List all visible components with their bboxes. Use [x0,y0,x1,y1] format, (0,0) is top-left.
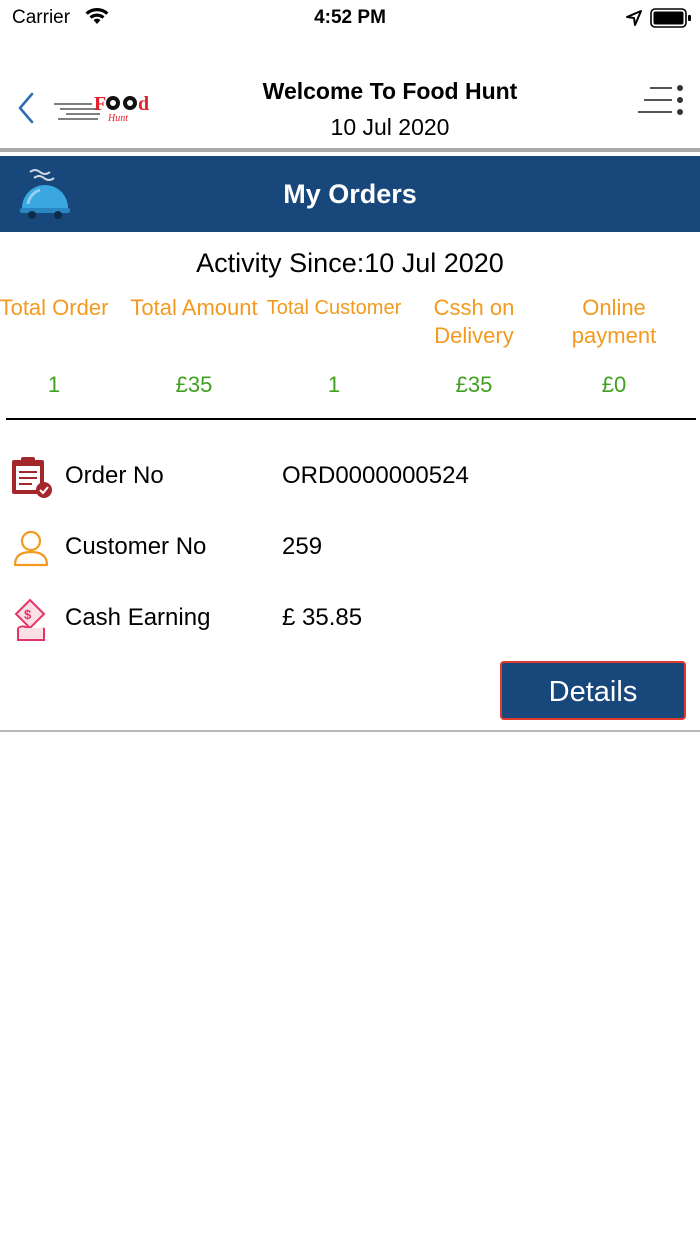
menu-icon[interactable] [636,82,686,118]
stats-grid: Total Order 1 Total Amount £35 Total Cus… [0,294,700,404]
svg-text:F: F [94,93,106,115]
order-no-label: Order No [65,462,164,489]
stat-value: £35 [455,372,493,397]
stat-value: 1 [327,372,341,397]
app-header: F d Hunt Welcome To Food Hunt 10 Jul 202… [0,60,700,152]
food-hunt-logo: F d Hunt [52,90,162,130]
banner-title: My Orders [283,179,417,209]
svg-text:d: d [138,93,149,115]
stat-label: Total Customer [266,297,402,319]
stat-label: Cssh on Delivery [433,295,515,348]
my-orders-banner: My Orders [0,156,700,232]
stat-value: 1 [47,372,61,397]
customer-no-value: 259 [282,533,323,560]
stat-label: Online payment [571,295,657,348]
activity-since: Activity Since:10 Jul 2020 [196,248,504,278]
battery-icon [650,8,691,28]
header-divider [0,148,700,152]
stat-value: £35 [175,372,213,397]
cash-earning-value: £ 35.85 [282,604,363,631]
status-time: 4:52 PM [314,7,386,28]
header-date: 10 Jul 2020 [330,114,450,140]
order-clipboard-icon [12,457,52,498]
stat-label: Total Order [0,295,109,320]
customer-no-row: Customer No 259 [0,519,700,575]
cash-earning-icon: $ [14,598,46,641]
stat-total-customer: Total Customer 1 [264,294,404,398]
status-bar: Carrier 4:52 PM [0,0,700,40]
location-arrow-icon [626,10,642,26]
cash-earning-row: $ Cash Earning £ 35.85 [0,590,700,646]
stat-online-payment: Online payment £0 [544,294,684,398]
customer-person-icon [13,530,49,567]
stat-total-order: Total Order 1 [0,294,124,398]
page-title: Welcome To Food Hunt [262,78,518,104]
order-no-value: ORD0000000524 [282,462,469,489]
details-button[interactable]: Details [500,661,686,720]
stats-divider [6,418,696,420]
back-chevron-icon[interactable] [14,90,38,126]
stat-value: £0 [601,372,627,397]
stat-label: Total Amount [130,295,258,320]
svg-text:Hunt: Hunt [107,113,128,124]
cash-earning-label: Cash Earning [65,604,211,631]
customer-no-label: Customer No [65,533,207,560]
stat-cash-on-delivery: Cssh on Delivery £35 [404,294,544,398]
stat-total-amount: Total Amount £35 [124,294,264,398]
food-hunt-logo-graphic: F d Hunt [54,93,149,124]
order-divider [0,730,700,732]
order-no-row: Order No ORD0000000524 [0,448,700,504]
svg-text:$: $ [24,607,32,622]
